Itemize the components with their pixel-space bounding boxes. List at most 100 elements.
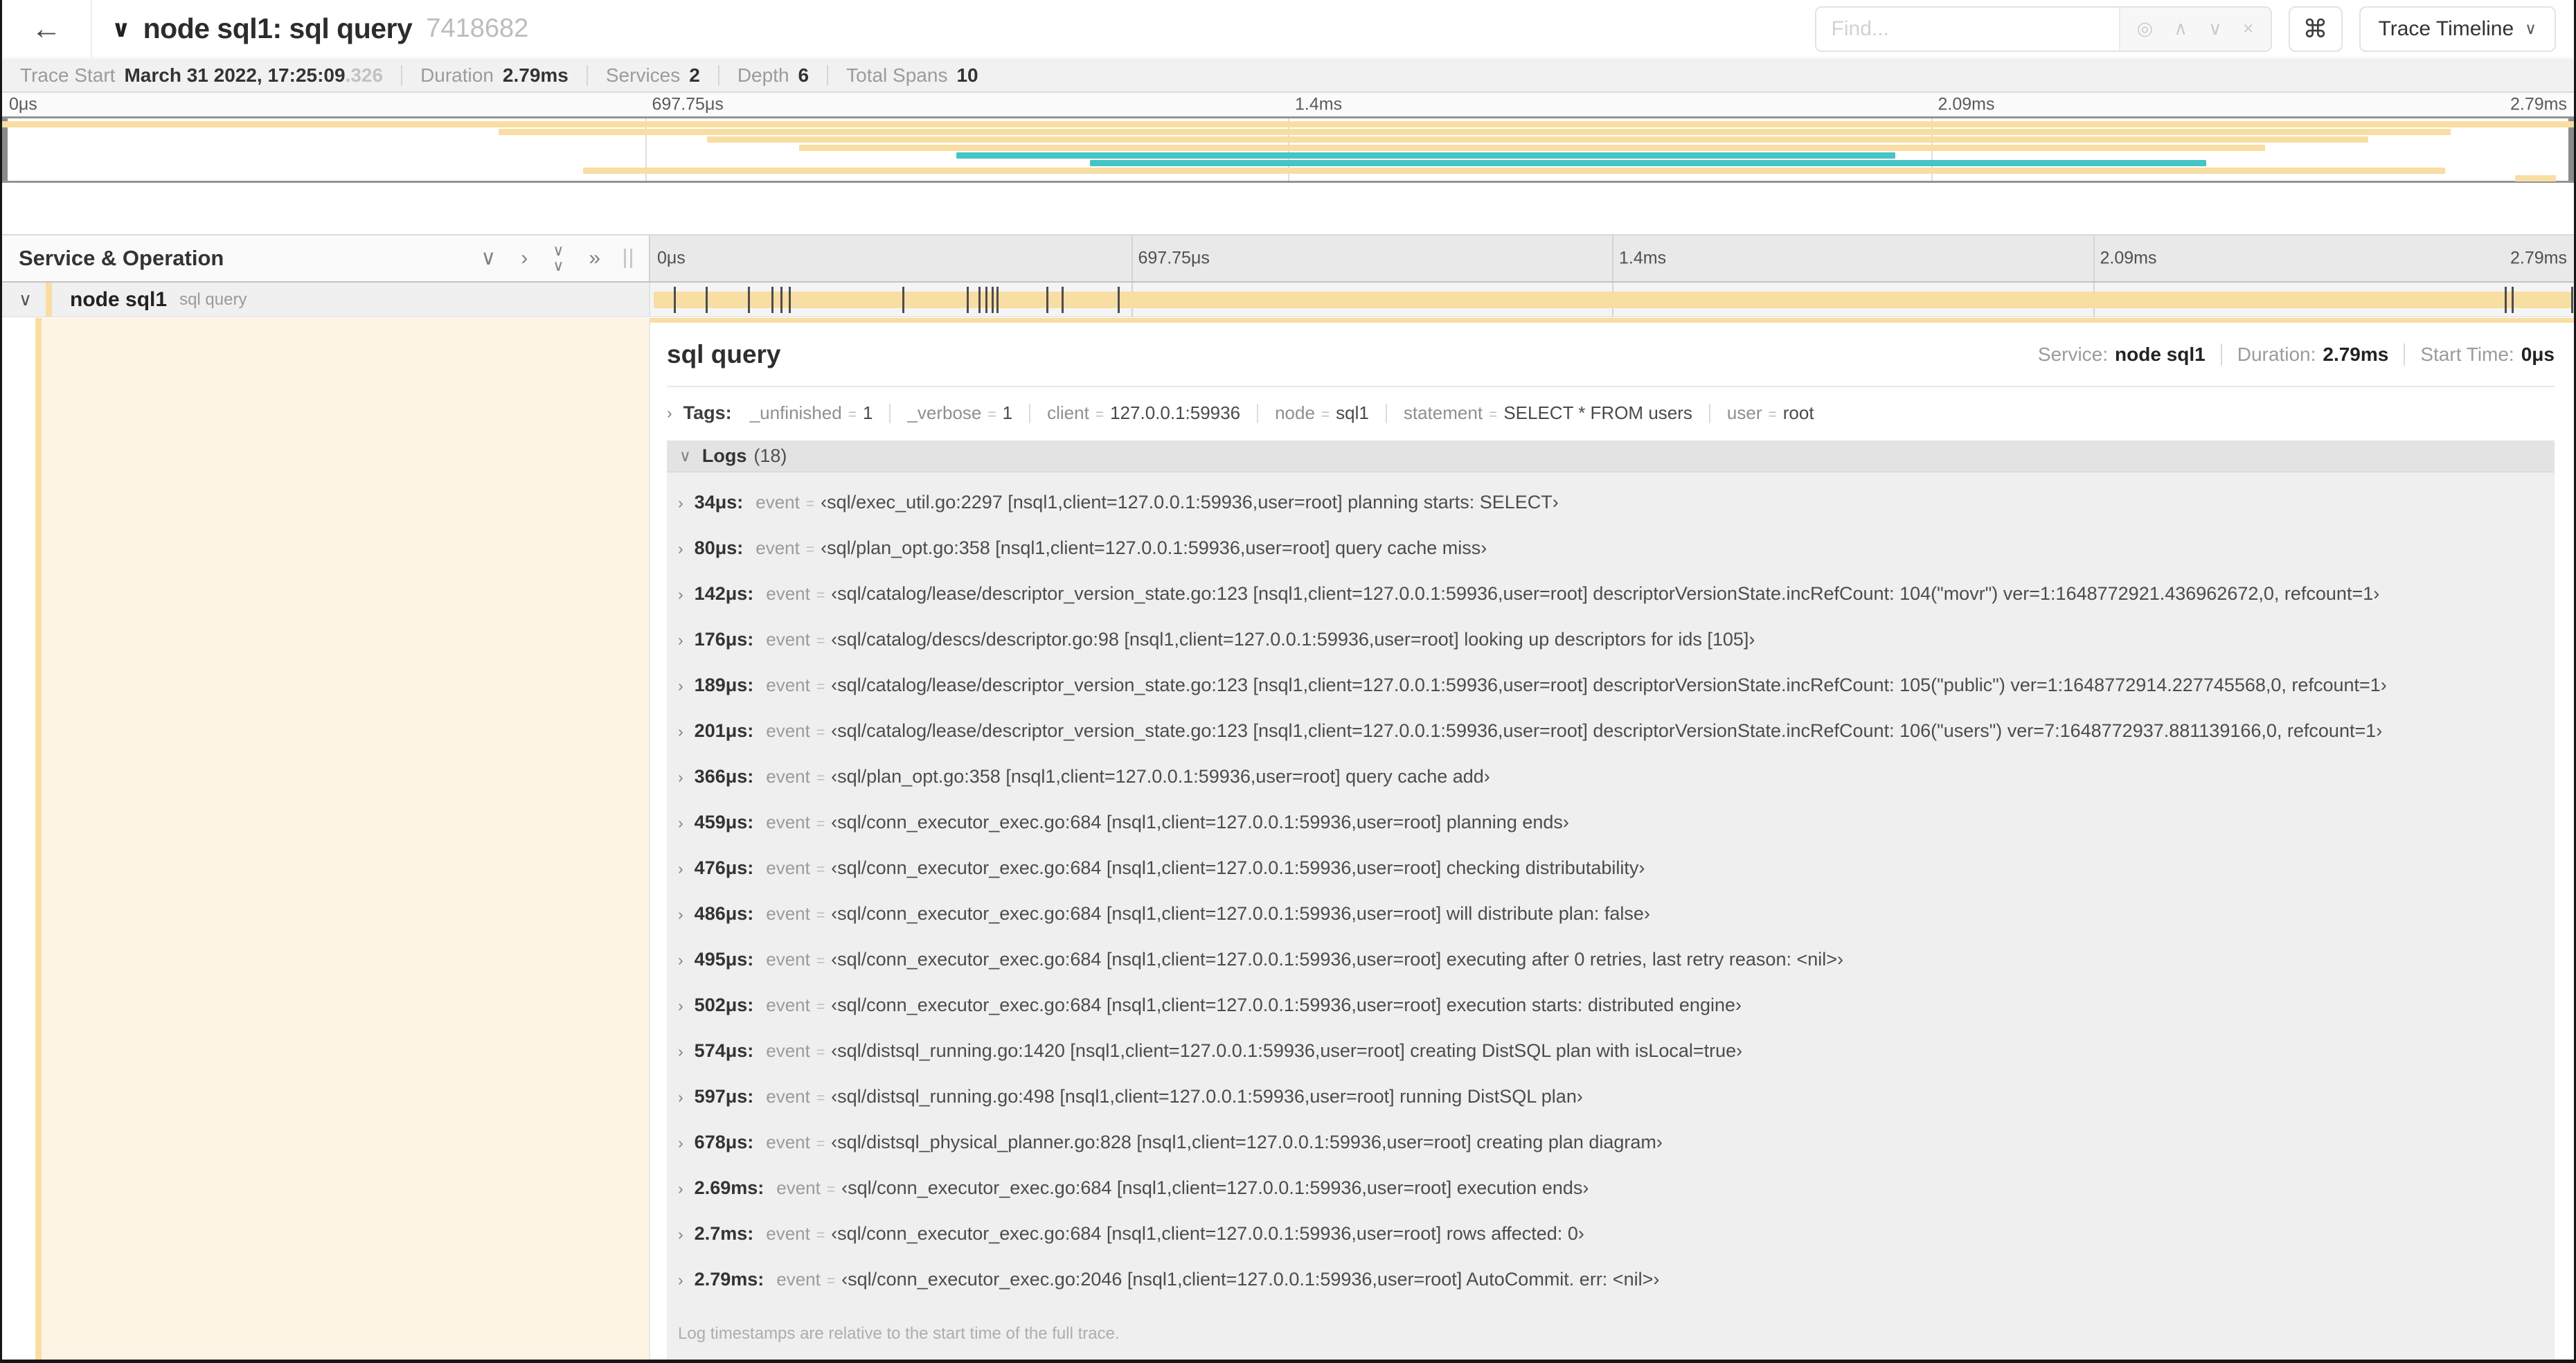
equals-icon: = [816, 862, 825, 878]
log-field-value: ‹sql/catalog/lease/descriptor_version_st… [831, 720, 2383, 741]
equals-icon: = [816, 724, 825, 740]
back-button[interactable]: ← [2, 0, 92, 58]
chevron-right-icon: › [678, 1088, 683, 1106]
keyboard-shortcuts-button[interactable]: ⌘ [2288, 6, 2343, 52]
tag-value: 1 [1002, 402, 1013, 423]
tag-key: user [1726, 402, 1762, 423]
timeline-tick-label: 2.79ms [2510, 248, 2567, 268]
collapse-one-icon[interactable]: ∨ [481, 248, 496, 269]
find-input[interactable] [1816, 7, 2119, 51]
log-entry[interactable]: › 476μs: event = ‹sql/conn_executor_exec.go:… [667, 859, 2555, 879]
log-field-key: event [766, 629, 810, 650]
log-field-key: event [766, 583, 810, 604]
log-entry[interactable]: › 176μs: event = ‹sql/catalog/descs/descript… [667, 630, 2555, 650]
log-entry[interactable]: › 486μs: event = ‹sql/conn_executor_exec.go:… [667, 905, 2555, 925]
expand-one-icon[interactable]: › [521, 248, 528, 269]
log-timestamp: 476μs: [694, 857, 754, 878]
logs-accordion: ∨ Logs (18) › 34μs: event = ‹sql/exec_util.g… [667, 440, 2555, 1360]
chevron-right-icon: › [678, 859, 683, 878]
log-marker [2512, 287, 2514, 313]
tag: node = sql1 [1275, 402, 1369, 424]
log-marker [789, 287, 791, 313]
log-timestamp: 2.69ms: [694, 1177, 764, 1198]
log-entry[interactable]: › 678μs: event = ‹sql/distsql_physical_plann… [667, 1133, 2555, 1153]
trace-stat-label: Duration [420, 64, 494, 86]
log-field-value: ‹sql/catalog/lease/descriptor_version_st… [831, 583, 2380, 604]
log-entry[interactable]: › 34μs: event = ‹sql/exec_util.go:2297 [nsql… [667, 493, 2555, 513]
divider [1257, 403, 1259, 423]
log-entry[interactable]: › 459μs: event = ‹sql/conn_executor_exec.go:… [667, 813, 2555, 833]
span-duration-bar[interactable] [654, 292, 2571, 308]
span-detail-row: sql query Service: node sql1 Duration: 2.79… [2, 318, 2574, 1360]
divider [1029, 403, 1031, 423]
chevron-right-icon: › [678, 631, 683, 649]
log-field-value: ‹sql/distsql_physical_planner.go:828 [ns… [831, 1132, 1663, 1152]
minimap-span [1090, 160, 2206, 166]
log-timestamp: 201μs: [694, 720, 754, 741]
log-entry[interactable]: › 597μs: event = ‹sql/distsql_running.go:498… [667, 1087, 2555, 1107]
log-entry[interactable]: › 201μs: event = ‹sql/catalog/lease/descript… [667, 722, 2555, 742]
log-field-key: event [776, 1269, 821, 1290]
minimap-tick-labels: 0μs 697.75μs 1.4ms 2.09ms 2.79ms [2, 93, 2574, 116]
log-field-value: ‹sql/catalog/descs/descriptor.go:98 [nsq… [831, 629, 1755, 650]
equals-icon: = [826, 1273, 836, 1289]
collapse-all-icon[interactable]: ∨ ∨ [553, 243, 564, 274]
log-field-key: event [766, 675, 810, 695]
span-operation-name: sql query [179, 289, 247, 309]
timeline-tick-label: 1.4ms [1295, 94, 1343, 114]
expand-all-icon[interactable]: » [589, 248, 600, 269]
log-field-value: ‹sql/plan_opt.go:358 [nsql1,client=127.0… [821, 537, 1487, 558]
log-field-key: event [766, 1040, 810, 1061]
detail-info-label: Duration: [2237, 344, 2316, 365]
column-resize-handle[interactable] [624, 249, 632, 268]
log-entry[interactable]: › 495μs: event = ‹sql/conn_executor_exec.go:… [667, 950, 2555, 970]
log-entry[interactable]: › 80μs: event = ‹sql/plan_opt.go:358 [nsql1,… [667, 539, 2555, 559]
span-detail-accent [42, 318, 650, 1360]
span-name-cell[interactable]: ∨ node sql1 sql query [2, 283, 650, 317]
log-timestamp: 189μs: [694, 675, 754, 695]
view-selector-button[interactable]: Trace Timeline ∨ [2359, 6, 2556, 52]
log-entry[interactable]: › 189μs: event = ‹sql/catalog/lease/descript… [667, 676, 2555, 696]
log-entry[interactable]: › 502μs: event = ‹sql/conn_executor_exec.go:… [667, 996, 2555, 1016]
log-marker [978, 287, 981, 313]
log-field-key: event [766, 766, 810, 787]
trace-stat-value: 10 [956, 64, 978, 86]
clear-find-icon[interactable]: × [2243, 18, 2254, 39]
log-field-value: ‹sql/plan_opt.go:358 [nsql1,client=127.0… [831, 766, 1490, 787]
minimap-left-handle[interactable] [2, 118, 8, 181]
divider [401, 64, 403, 86]
span-row: ∨ node sql1 sql query [2, 283, 2574, 317]
equals-icon: = [816, 1090, 825, 1106]
log-marker [2505, 287, 2507, 313]
minimap-right-handle[interactable] [2568, 118, 2574, 181]
minimap-canvas[interactable] [2, 116, 2574, 183]
log-entry[interactable]: › 2.69ms: event = ‹sql/conn_executor_exec.go… [667, 1179, 2555, 1199]
log-entry[interactable]: › 2.79ms: event = ‹sql/conn_executor_exec.go… [667, 1270, 2555, 1290]
log-entry[interactable]: › 366μs: event = ‹sql/plan_opt.go:358 [nsql1… [667, 767, 2555, 787]
timeline-tick-label: 2.09ms [2100, 248, 2157, 268]
divider [889, 403, 891, 423]
log-field-key: event [766, 720, 810, 741]
prev-match-icon[interactable]: ∧ [2174, 18, 2188, 39]
log-entry[interactable]: › 2.7ms: event = ‹sql/conn_executor_exec.go:… [667, 1224, 2555, 1245]
trace-stat: Services 2 [606, 64, 700, 87]
equals-icon: = [1768, 407, 1777, 422]
chevron-right-icon: › [678, 1271, 683, 1289]
locate-icon[interactable]: ◎ [2137, 18, 2154, 39]
log-entry[interactable]: › 142μs: event = ‹sql/catalog/lease/descript… [667, 585, 2555, 605]
span-timeline-cell[interactable] [650, 283, 2574, 317]
detail-info-value: node sql1 [2115, 344, 2206, 365]
collapse-trace-icon[interactable]: ∨ [111, 15, 131, 43]
log-entry[interactable]: › 574μs: event = ‹sql/distsql_running.go:142… [667, 1042, 2555, 1062]
trace-stat: Total Spans 10 [846, 64, 978, 87]
next-match-icon[interactable]: ∨ [2208, 18, 2222, 39]
equals-icon: = [816, 999, 825, 1015]
equals-icon: = [816, 816, 825, 832]
span-detail-footer: SpanID: 4877749850101760812 [667, 1360, 2555, 1363]
tags-accordion[interactable]: › Tags: _unfinished = 1 _verbose = 1 client = 12… [667, 402, 2555, 424]
tag-key: statement [1403, 402, 1483, 423]
detail-info-value: 2.79ms [2323, 344, 2389, 365]
log-timestamp: 495μs: [694, 949, 754, 970]
span-collapse-icon[interactable]: ∨ [19, 289, 32, 310]
logs-header[interactable]: ∨ Logs (18) [667, 440, 2555, 472]
